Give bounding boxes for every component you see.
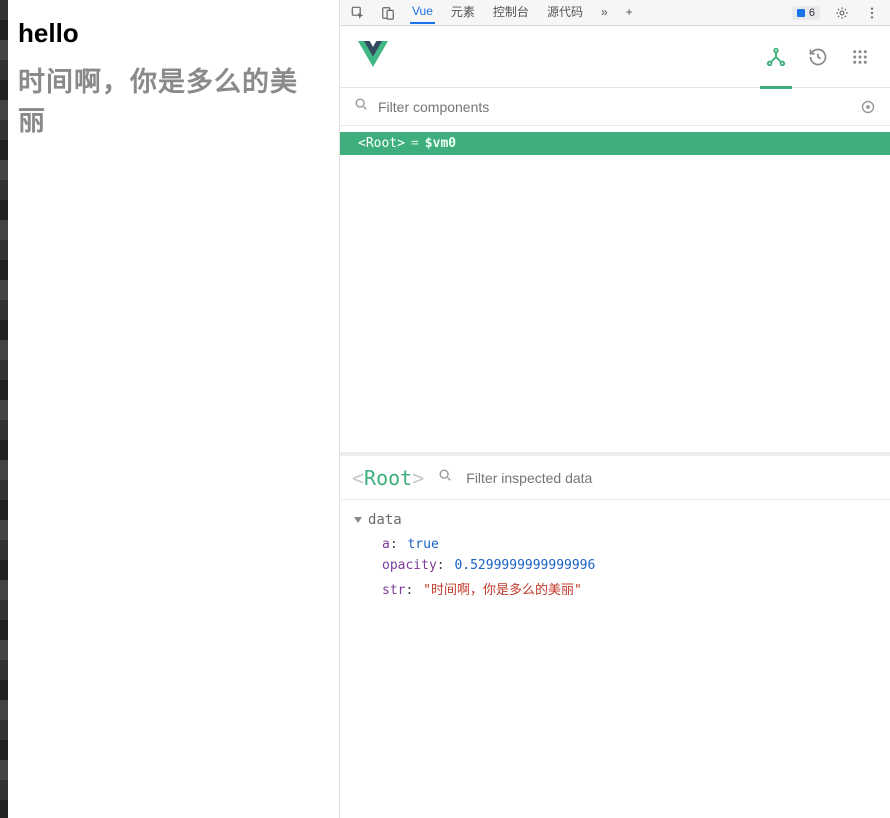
data-section-header[interactable]: data xyxy=(354,512,876,528)
issues-count: 6 xyxy=(809,7,815,19)
components-tab-icon[interactable] xyxy=(764,45,788,69)
app-viewport: hello 时间啊，你是多么的美丽 xyxy=(0,0,340,818)
tab-console[interactable]: 控制台 xyxy=(491,1,531,24)
prop-key: a xyxy=(382,537,390,552)
tab-sources[interactable]: 源代码 xyxy=(545,1,585,24)
add-tab-button[interactable]: + xyxy=(624,3,635,23)
filter-inspected-input[interactable] xyxy=(466,470,878,486)
devtools-tabbar: Vue 元素 控制台 源代码 » + 6 xyxy=(340,0,890,26)
component-tag: <Root> xyxy=(358,136,405,151)
tab-vue[interactable]: Vue xyxy=(410,2,435,24)
page-heading: hello xyxy=(18,18,321,49)
page-subtitle: 时间啊，你是多么的美丽 xyxy=(18,63,321,141)
tabs-overflow[interactable]: » xyxy=(599,3,610,23)
search-icon xyxy=(354,97,368,116)
data-row-str[interactable]: str: "时间啊，你是多么的美丽" xyxy=(354,576,876,601)
inspector-header: <Root> xyxy=(340,456,890,500)
inspect-element-icon[interactable] xyxy=(350,5,366,21)
customize-icon[interactable] xyxy=(864,5,880,21)
device-toolbar-icon[interactable] xyxy=(380,5,396,21)
issues-badge[interactable]: 6 xyxy=(792,6,820,20)
tab-elements[interactable]: 元素 xyxy=(449,1,477,24)
equals-text: = xyxy=(411,136,419,151)
vue-logo-icon xyxy=(358,41,388,72)
vue-devtools-header xyxy=(340,26,890,88)
component-tree[interactable]: <Root> = $vm0 xyxy=(340,126,890,456)
os-sidebar-stub xyxy=(0,0,8,818)
component-filter-bar xyxy=(340,88,890,126)
prop-value: "时间啊，你是多么的美丽" xyxy=(423,583,582,598)
selected-component-name: Root xyxy=(364,466,412,490)
prop-value: true xyxy=(407,537,438,552)
prop-key: str xyxy=(382,583,405,598)
settings-gear-icon[interactable] xyxy=(834,5,850,21)
prop-key: opacity xyxy=(382,558,437,573)
devtools-panel: Vue 元素 控制台 源代码 » + 6 xyxy=(340,0,890,818)
search-icon xyxy=(438,468,452,487)
section-label: data xyxy=(368,512,402,528)
data-row-a[interactable]: a: true xyxy=(354,534,876,555)
history-tab-icon[interactable] xyxy=(806,45,830,69)
data-row-opacity[interactable]: opacity: 0.5299999999999996 xyxy=(354,555,876,576)
vm-var: $vm0 xyxy=(425,136,456,151)
select-in-page-icon[interactable] xyxy=(860,99,876,115)
filter-components-input[interactable] xyxy=(378,99,850,115)
data-panel: data a: true opacity: 0.5299999999999996… xyxy=(340,500,890,613)
tree-row-root[interactable]: <Root> = $vm0 xyxy=(340,132,890,155)
prop-value: 0.5299999999999996 xyxy=(454,558,595,573)
selected-component-label: <Root> xyxy=(352,466,424,490)
settings-tab-icon[interactable] xyxy=(848,45,872,69)
chevron-down-icon xyxy=(354,517,362,523)
